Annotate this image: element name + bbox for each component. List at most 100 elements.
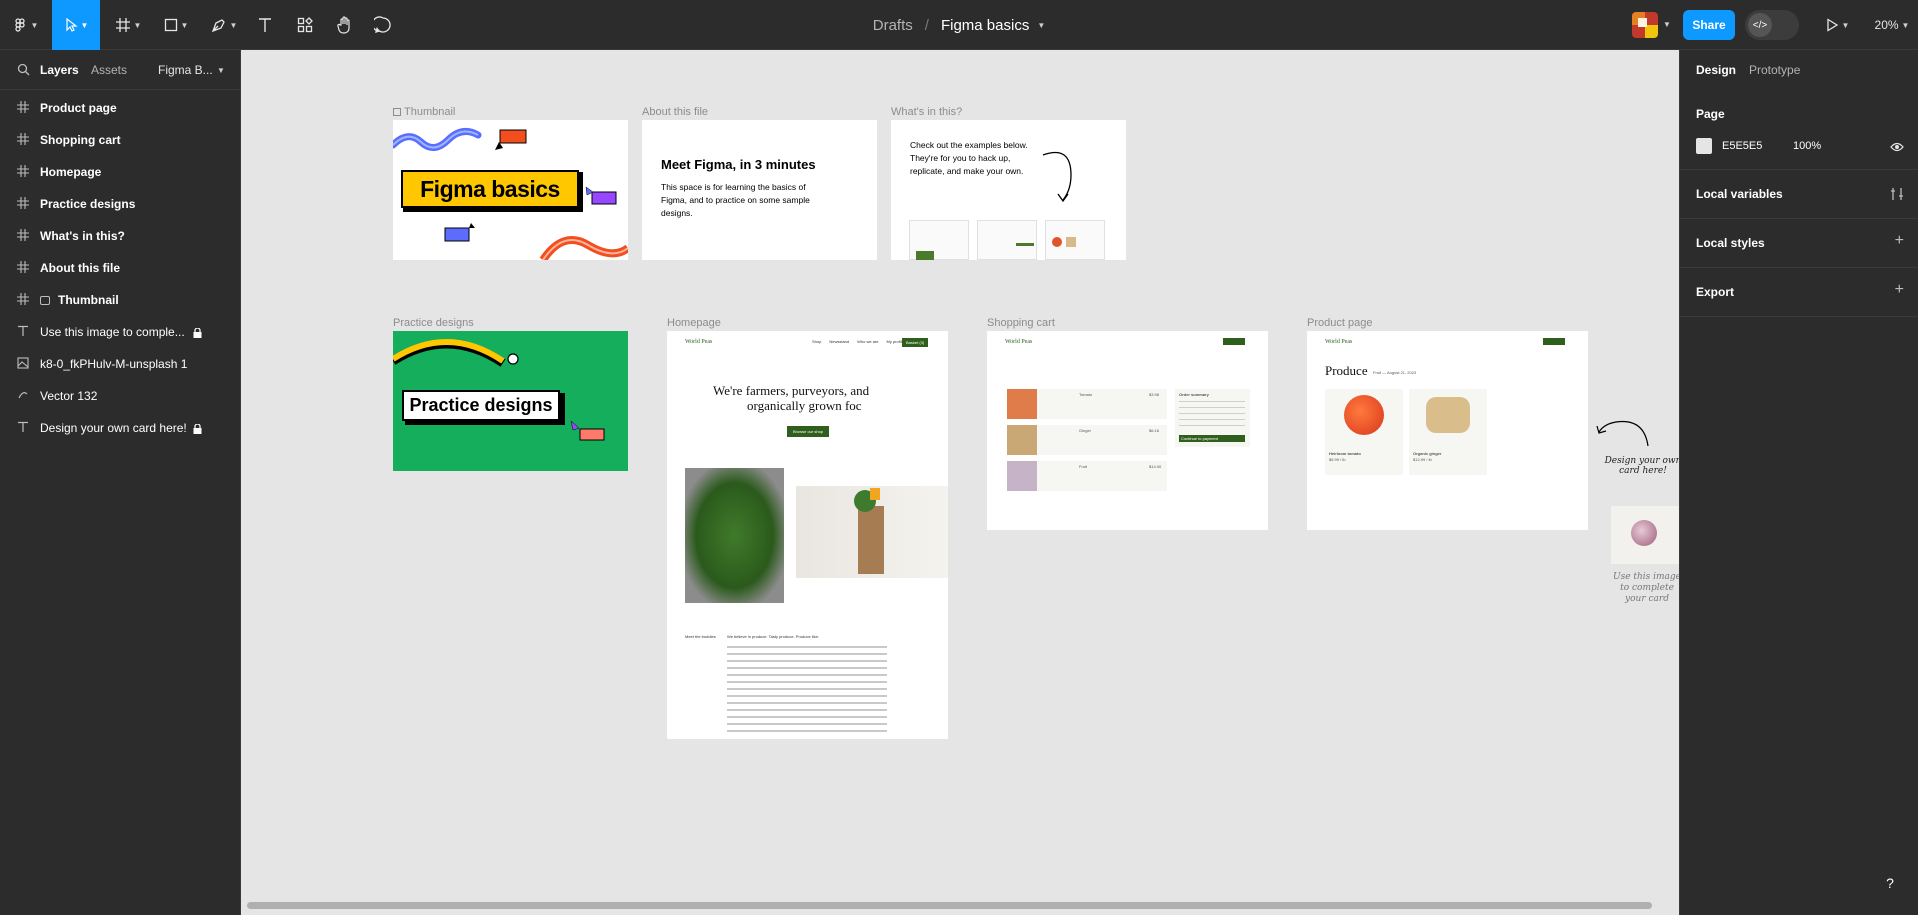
page-selector[interactable]: Figma B... — [158, 63, 213, 77]
tab-assets[interactable]: Assets — [91, 63, 127, 77]
layer-label: Thumbnail — [58, 293, 119, 307]
thumbnail-title: Figma basics — [401, 170, 579, 208]
frame-icon — [16, 229, 30, 243]
lock-icon[interactable] — [193, 423, 202, 434]
homepage-body-text — [727, 646, 887, 736]
search-icon[interactable] — [17, 63, 30, 76]
figma-menu-button[interactable]: ▼ — [8, 0, 44, 50]
layer-item[interactable]: About this file — [0, 252, 240, 284]
frame-product[interactable]: World Peas Produce Fruit — August 21, 20… — [1307, 331, 1588, 530]
play-icon — [1826, 18, 1838, 32]
frame-label-cart[interactable]: Shopping cart — [987, 317, 1055, 329]
dev-mode-icon: </> — [1748, 13, 1772, 37]
comment-tool-button[interactable] — [368, 0, 398, 50]
layer-item[interactable]: Shopping cart — [0, 124, 240, 156]
resources-button[interactable] — [290, 0, 320, 50]
page-color-swatch[interactable] — [1696, 138, 1712, 154]
page-opacity-value[interactable]: 100% — [1793, 140, 1821, 152]
tomato-image — [1344, 395, 1384, 435]
layers-panel: Layers Assets Figma B... ▼ Product page S… — [0, 50, 241, 915]
page-section-title: Page — [1696, 107, 1725, 121]
dev-mode-toggle[interactable]: </> — [1745, 10, 1799, 40]
homepage-paragraph: We believe in produce. Tasty produce. Pr… — [727, 634, 819, 639]
frame-tool-button[interactable]: ▼ — [110, 0, 146, 50]
properties-panel: Design Prototype Page E5E5E5 100% Local … — [1679, 50, 1918, 915]
homepage-nav: Shop Newsstand Who we are My profile — [812, 339, 904, 344]
breadcrumb-drafts[interactable]: Drafts — [873, 17, 913, 34]
local-styles-section[interactable]: Local styles + — [1680, 219, 1918, 268]
frame-label-whats-in[interactable]: What's in this? — [891, 106, 962, 118]
share-button[interactable]: Share — [1683, 10, 1735, 40]
thumbnail-component-icon — [40, 295, 50, 305]
layer-item[interactable]: Design your own card here! — [0, 412, 240, 444]
zoom-level: 20% — [1874, 18, 1899, 32]
avatar-chevron-icon[interactable]: ▼ — [1663, 20, 1671, 29]
frame-thumbnail[interactable]: Figma basics — [393, 120, 628, 260]
thumbnail-frame-icon — [393, 108, 401, 116]
homepage-headline-1: We're farmers, purveyors, and — [713, 383, 870, 398]
frame-homepage[interactable]: World Peas Shop Newsstand Who we are My pro… — [667, 331, 948, 739]
tab-design[interactable]: Design — [1696, 63, 1736, 77]
page-color-value[interactable]: E5E5E5 — [1722, 140, 1762, 152]
curved-arrow-icon — [1042, 151, 1072, 203]
ginger-image — [1426, 397, 1470, 433]
horizontal-scrollbar[interactable] — [247, 902, 1652, 909]
add-style-plus-icon[interactable]: + — [1895, 232, 1904, 250]
layer-item[interactable]: Practice designs — [0, 188, 240, 220]
frame-practice[interactable]: Practice designs — [393, 331, 628, 471]
layer-item[interactable]: Product page — [0, 92, 240, 124]
cart-item-3: Fruit $14.00 — [1007, 461, 1167, 491]
layer-item[interactable]: Use this image to comple... — [0, 316, 240, 348]
layer-item[interactable]: Homepage — [0, 156, 240, 188]
add-export-plus-icon[interactable]: + — [1895, 281, 1904, 299]
homepage-brand: World Peas — [685, 339, 713, 345]
frame-about[interactable]: Meet Figma, in 3 minutes This space is f… — [642, 120, 877, 260]
toolbar: ▼ ▼ ▼ ▼ ▼ Drafts / Figma basics ▼ ▼ Shar… — [0, 0, 1918, 50]
layer-item[interactable]: Vector 132 — [0, 380, 240, 412]
page-selector-chevron-icon[interactable]: ▼ — [217, 66, 225, 75]
present-button[interactable]: ▼ — [1822, 0, 1852, 50]
image-icon — [16, 357, 30, 371]
practice-title: Practice designs — [402, 390, 560, 421]
left-panel-tabs: Layers Assets Figma B... ▼ — [0, 50, 240, 90]
tab-layers[interactable]: Layers — [40, 63, 79, 77]
variables-settings-icon[interactable] — [1890, 187, 1904, 201]
move-tool-button[interactable]: ▼ — [52, 0, 100, 50]
vector-132-arrow — [1596, 420, 1649, 447]
pen-tool-button[interactable]: ▼ — [206, 0, 242, 50]
frame-cart[interactable]: World Peas Tomato $3.98 Ginger $6.16 Fru… — [987, 331, 1268, 530]
eye-icon[interactable] — [1890, 142, 1904, 152]
design-your-own-card-text: Design your own card here! — [1604, 456, 1679, 476]
avatar[interactable] — [1632, 12, 1658, 38]
layer-item[interactable]: k8-0_fkPHulv-M-unsplash 1 — [0, 348, 240, 380]
frame-label-product[interactable]: Product page — [1307, 317, 1372, 329]
export-title: Export — [1696, 285, 1735, 299]
hand-tool-button[interactable] — [330, 0, 360, 50]
shape-tool-button[interactable]: ▼ — [158, 0, 194, 50]
lock-icon[interactable] — [193, 327, 202, 338]
frame-label-homepage[interactable]: Homepage — [667, 317, 721, 329]
text-tool-button[interactable] — [252, 0, 278, 50]
frame-icon — [16, 261, 30, 275]
help-button[interactable]: ? — [1875, 868, 1905, 898]
canvas[interactable]: Thumbnail Figma basics About this file M… — [241, 50, 1679, 915]
frame-label-practice[interactable]: Practice designs — [393, 317, 474, 329]
homepage-headline-2: organically grown foc — [747, 398, 862, 413]
frame-label-about[interactable]: About this file — [642, 106, 708, 118]
frame-label-thumbnail[interactable]: Thumbnail — [393, 106, 455, 118]
breadcrumb-slash: / — [924, 16, 929, 34]
layer-item[interactable]: What's in this? — [0, 220, 240, 252]
zoom-control[interactable]: 20% ▼ — [1870, 0, 1914, 50]
frame-icon — [115, 18, 130, 32]
text-icon — [259, 18, 271, 32]
chevron-down-icon[interactable]: ▼ — [1037, 21, 1045, 30]
file-name[interactable]: Figma basics — [941, 17, 1029, 34]
frame-whats-in[interactable]: Check out the examples below. They're fo… — [891, 120, 1126, 260]
layer-item[interactable]: Thumbnail — [0, 284, 240, 316]
export-section[interactable]: Export + — [1680, 268, 1918, 317]
preview-card-1 — [909, 220, 969, 260]
preview-card-2 — [977, 220, 1037, 260]
local-variables-section[interactable]: Local variables — [1680, 170, 1918, 219]
tab-prototype[interactable]: Prototype — [1749, 63, 1800, 77]
layer-label: About this file — [40, 261, 120, 275]
